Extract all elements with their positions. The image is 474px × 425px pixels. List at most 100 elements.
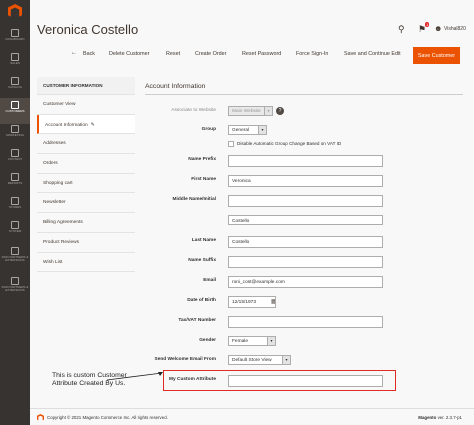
dob-row: Date of Birth 12/15/1973▦ bbox=[145, 296, 463, 308]
tab-shopping-cart[interactable]: Shopping cart bbox=[37, 173, 135, 194]
name-prefix-input[interactable] bbox=[228, 155, 383, 167]
tab-newsletter[interactable]: Newsletter bbox=[37, 193, 135, 214]
sidebar-item-dashboard[interactable]: Dashboard bbox=[0, 26, 30, 52]
save-customer-button[interactable]: Save Customer bbox=[413, 47, 460, 64]
footer: Copyright © 2021 Magento Commerce Inc. A… bbox=[30, 408, 474, 425]
bar-chart-icon bbox=[11, 173, 19, 181]
pencil-icon: ✎ bbox=[90, 121, 95, 128]
dollar-icon bbox=[11, 53, 19, 61]
first-name-input[interactable]: Veronica bbox=[228, 175, 383, 187]
tab-account-information[interactable]: Account Information ✎ bbox=[37, 114, 135, 135]
name-suffix-row: Name Suffix bbox=[145, 256, 463, 268]
group-row: Group General ▾ bbox=[145, 125, 463, 137]
chevron-down-icon: ▾ bbox=[267, 337, 275, 345]
email-row: Email roni_cost@example.com bbox=[145, 276, 463, 288]
disable-auto-group-label: Disable Automatic Group Change Based on … bbox=[237, 141, 342, 146]
tab-customer-view[interactable]: Customer View bbox=[37, 95, 135, 115]
email-input[interactable]: roni_cost@example.com bbox=[228, 276, 383, 288]
box-icon bbox=[11, 247, 19, 255]
disable-auto-group-checkbox[interactable] bbox=[228, 141, 234, 147]
magento-logo-icon bbox=[37, 414, 44, 421]
welcome-email-label: Send Welcome Email From bbox=[154, 357, 217, 362]
layout-icon bbox=[11, 149, 19, 157]
box-icon bbox=[11, 277, 19, 285]
chevron-down-icon: ▾ bbox=[264, 107, 272, 115]
sidebar-item-content[interactable]: Content bbox=[0, 146, 30, 172]
tab-addresses[interactable]: Addresses bbox=[37, 134, 135, 155]
name-prefix-row: Name Prefix bbox=[145, 155, 463, 167]
associate-website-row: Associate to Website Main Website ▾ ? bbox=[145, 106, 463, 118]
email-label: Email bbox=[203, 278, 216, 283]
save-continue-button[interactable]: Save and Continue Edit bbox=[344, 51, 401, 57]
create-order-button[interactable]: Create Order bbox=[195, 51, 226, 57]
user-menu[interactable]: Vishal820 bbox=[444, 26, 466, 32]
user-icon[interactable]: ☻ bbox=[434, 24, 442, 33]
middle-name-label: Middle Name/Initial bbox=[172, 197, 216, 202]
last-name-row-overlap: Costello bbox=[145, 215, 463, 227]
callout-arrow-icon bbox=[107, 372, 163, 381]
dob-input[interactable]: 12/15/1973▦ bbox=[228, 296, 276, 308]
first-name-row: First Name Veronica bbox=[145, 175, 463, 187]
group-select[interactable]: General ▾ bbox=[228, 125, 267, 135]
sidebar-item-stores[interactable]: Stores bbox=[0, 194, 30, 220]
group-label: Group bbox=[201, 127, 216, 132]
section-title: Account Information bbox=[145, 83, 206, 90]
help-icon[interactable]: ? bbox=[276, 107, 284, 115]
welcome-email-select[interactable]: Default Store View ▾ bbox=[228, 355, 291, 365]
middle-name-input[interactable] bbox=[228, 195, 383, 207]
associate-website-label: Associate to Website bbox=[171, 108, 216, 113]
gender-label: Gender bbox=[199, 338, 216, 343]
gear-icon bbox=[11, 221, 19, 229]
tab-wish-list[interactable]: Wish List bbox=[37, 252, 135, 273]
gender-row: Gender Female ▾ bbox=[145, 336, 463, 348]
associate-website-select: Main Website ▾ bbox=[228, 106, 273, 116]
tax-input[interactable] bbox=[228, 316, 383, 328]
name-suffix-input[interactable] bbox=[228, 256, 383, 268]
back-button[interactable]: Back bbox=[83, 51, 95, 57]
name-prefix-label: Name Prefix bbox=[188, 157, 216, 162]
tab-billing-agreements[interactable]: Billing Agreements bbox=[37, 213, 135, 233]
tabs-heading: CUSTOMER INFORMATION bbox=[37, 77, 135, 95]
customer-tabs: CUSTOMER INFORMATION Customer View Accou… bbox=[37, 77, 135, 273]
chevron-down-icon: ▾ bbox=[258, 126, 266, 134]
reset-button[interactable]: Reset bbox=[166, 51, 180, 57]
page-actions: ← Back Delete Customer Reset Create Orde… bbox=[30, 46, 474, 66]
last-name-row: Last Name Costello bbox=[145, 236, 463, 248]
sidebar-item-partners-2[interactable]: Find Partners & Extensions bbox=[0, 274, 30, 304]
gender-select[interactable]: Female ▾ bbox=[228, 336, 276, 346]
callout-box bbox=[163, 370, 396, 391]
person-icon bbox=[11, 101, 19, 109]
sidebar-item-reports[interactable]: Reports bbox=[0, 170, 30, 196]
cube-icon bbox=[11, 77, 19, 85]
sidebar-item-partners[interactable]: Find Partners & Extensions bbox=[0, 244, 30, 274]
notification-badge: 1 bbox=[425, 22, 430, 27]
dob-label: Date of Birth bbox=[187, 298, 216, 303]
tab-product-reviews[interactable]: Product Reviews bbox=[37, 232, 135, 253]
name-suffix-label: Name Suffix bbox=[188, 258, 216, 263]
megaphone-icon bbox=[11, 125, 19, 133]
first-name-label: First Name bbox=[191, 177, 216, 182]
delete-customer-button[interactable]: Delete Customer bbox=[109, 51, 149, 57]
sidebar-item-sales[interactable]: Sales bbox=[0, 50, 30, 76]
search-icon[interactable]: ⚲ bbox=[398, 24, 405, 35]
arrow-left-icon: ← bbox=[71, 50, 77, 56]
page-title: Veronica Costello bbox=[37, 22, 139, 37]
reset-password-button[interactable]: Reset Password bbox=[242, 51, 281, 57]
dashboard-icon bbox=[11, 29, 19, 37]
version-text: Magento ver. 2.3.7-p1 bbox=[418, 415, 462, 420]
sidebar-item-catalog[interactable]: Catalog bbox=[0, 74, 30, 100]
calendar-icon[interactable]: ▦ bbox=[271, 298, 275, 305]
sidebar-item-marketing[interactable]: Marketing bbox=[0, 122, 30, 148]
last-name-input[interactable]: Costello bbox=[228, 236, 383, 248]
magento-logo-icon[interactable] bbox=[8, 4, 22, 17]
chevron-down-icon: ▾ bbox=[282, 356, 290, 364]
tax-row: Tax/VAT Number bbox=[145, 316, 463, 328]
last-name-input-shadow: Costello bbox=[228, 215, 383, 225]
middle-name-row: Middle Name/Initial bbox=[145, 195, 463, 207]
force-signin-button[interactable]: Force Sign-In bbox=[296, 51, 328, 57]
last-name-label: Last Name bbox=[191, 238, 216, 243]
sidebar-item-customers[interactable]: Customers bbox=[0, 98, 30, 124]
tab-orders[interactable]: Orders bbox=[37, 154, 135, 174]
sidebar-item-system[interactable]: System bbox=[0, 218, 30, 244]
tax-label: Tax/VAT Number bbox=[178, 318, 216, 323]
